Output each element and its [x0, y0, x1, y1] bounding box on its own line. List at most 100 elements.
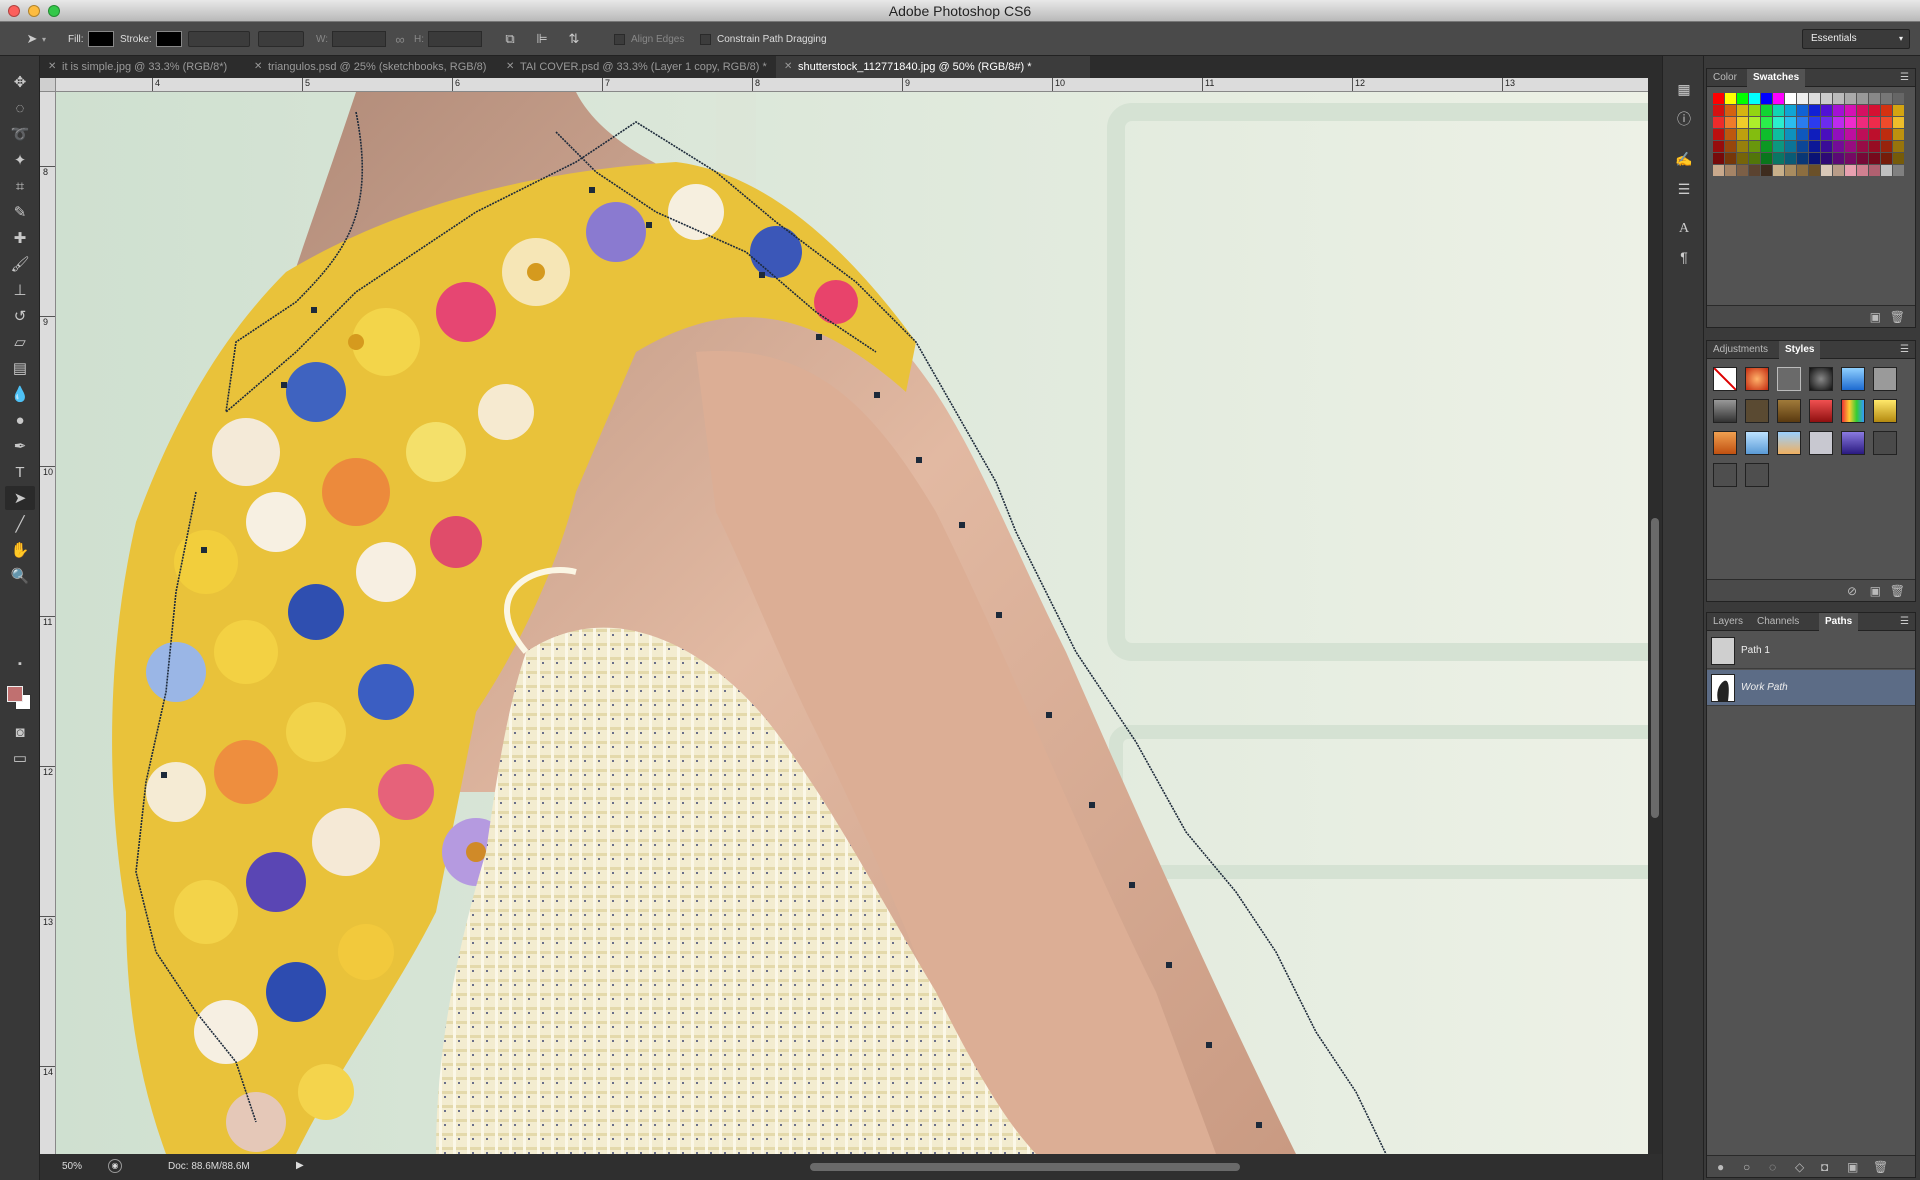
- color-swatch[interactable]: [1833, 141, 1844, 152]
- color-swatch[interactable]: [1797, 153, 1808, 164]
- color-swatch[interactable]: [1893, 141, 1904, 152]
- path-row-selected[interactable]: Work Path: [1707, 670, 1915, 706]
- zoom-tool-icon[interactable]: 🔍: [5, 564, 35, 588]
- link-icon[interactable]: ∞: [390, 29, 410, 49]
- panel-menu-icon[interactable]: ☰: [1900, 344, 1909, 355]
- color-swatch[interactable]: [1737, 129, 1748, 140]
- color-swatch[interactable]: [1809, 129, 1820, 140]
- style-swatch[interactable]: [1841, 367, 1865, 391]
- color-swatch[interactable]: [1893, 153, 1904, 164]
- color-swatch[interactable]: [1797, 93, 1808, 104]
- color-swatch[interactable]: [1893, 165, 1904, 176]
- color-swatch[interactable]: [1869, 105, 1880, 116]
- color-swatch[interactable]: [1833, 105, 1844, 116]
- color-swatch[interactable]: [1725, 129, 1736, 140]
- color-swatch[interactable]: [1773, 105, 1784, 116]
- close-tab-icon[interactable]: ✕: [784, 56, 792, 78]
- close-tab-icon[interactable]: ✕: [254, 56, 262, 78]
- color-swatch[interactable]: [1785, 141, 1796, 152]
- properties-panel-icon[interactable]: ☰: [1673, 178, 1695, 200]
- panel-menu-icon[interactable]: ☰: [1900, 616, 1909, 627]
- info-panel-icon[interactable]: ⓘ: [1673, 108, 1695, 130]
- color-swatch[interactable]: [1809, 165, 1820, 176]
- clone-stamp-tool-icon[interactable]: ⊥: [5, 278, 35, 302]
- color-swatch[interactable]: [1821, 141, 1832, 152]
- color-swatch[interactable]: [1725, 117, 1736, 128]
- ruler-origin[interactable]: [40, 78, 56, 92]
- move-tool-icon[interactable]: ✥: [5, 70, 35, 94]
- brush-tool-icon[interactable]: 🖌: [5, 252, 35, 276]
- tab-layers[interactable]: Layers: [1707, 613, 1749, 631]
- color-swatch[interactable]: [1821, 165, 1832, 176]
- color-swatch[interactable]: [1881, 141, 1892, 152]
- style-swatch[interactable]: [1777, 399, 1801, 423]
- color-swatch[interactable]: [1845, 165, 1856, 176]
- color-swatch[interactable]: [1725, 153, 1736, 164]
- color-swatch[interactable]: [1869, 93, 1880, 104]
- color-swatch[interactable]: [1809, 93, 1820, 104]
- color-swatch[interactable]: [1881, 153, 1892, 164]
- color-swatch[interactable]: [1737, 105, 1748, 116]
- color-swatch[interactable]: [1737, 93, 1748, 104]
- tab-color[interactable]: Color: [1707, 69, 1743, 87]
- tab-adjustments[interactable]: Adjustments: [1707, 341, 1774, 359]
- color-swatch[interactable]: [1773, 165, 1784, 176]
- color-swatch[interactable]: [1713, 153, 1724, 164]
- eraser-tool-icon[interactable]: ▱: [5, 330, 35, 354]
- add-mask-icon[interactable]: ◘: [1821, 1160, 1828, 1174]
- width-field[interactable]: [332, 31, 387, 47]
- color-swatch[interactable]: [1833, 165, 1844, 176]
- color-swatch[interactable]: [1749, 93, 1760, 104]
- eyedropper-tool-icon[interactable]: ✎: [5, 200, 35, 224]
- color-swatch[interactable]: [1809, 153, 1820, 164]
- path-row[interactable]: Path 1: [1707, 633, 1915, 669]
- horizontal-scroll-thumb[interactable]: [810, 1163, 1240, 1171]
- panel-menu-icon[interactable]: ☰: [1900, 72, 1909, 83]
- color-swatch[interactable]: [1713, 165, 1724, 176]
- align-edges-checkbox[interactable]: [614, 33, 625, 45]
- tab-channels[interactable]: Channels: [1751, 613, 1805, 631]
- stroke-type-dropdown[interactable]: [258, 31, 304, 47]
- style-swatch[interactable]: [1713, 431, 1737, 455]
- style-swatch[interactable]: [1713, 463, 1737, 487]
- color-swatch[interactable]: [1773, 117, 1784, 128]
- color-swatch[interactable]: [1737, 165, 1748, 176]
- magic-wand-tool-icon[interactable]: ✦: [5, 148, 35, 172]
- color-swatch[interactable]: [1821, 117, 1832, 128]
- fill-path-icon[interactable]: ●: [1717, 1160, 1724, 1174]
- color-swatch[interactable]: [1881, 165, 1892, 176]
- color-swatch[interactable]: [1845, 93, 1856, 104]
- delete-swatch-icon[interactable]: 🗑: [1890, 310, 1905, 324]
- tab-swatches[interactable]: Swatches: [1747, 69, 1806, 87]
- path-arrangement-icon[interactable]: ⇅: [564, 29, 584, 49]
- style-swatch[interactable]: [1841, 431, 1865, 455]
- document-canvas[interactable]: [56, 92, 1648, 1154]
- color-swatch[interactable]: [1797, 141, 1808, 152]
- color-swatch[interactable]: [1845, 105, 1856, 116]
- color-swatch[interactable]: [1821, 105, 1832, 116]
- stroke-width-dropdown[interactable]: [188, 31, 250, 47]
- history-brush-tool-icon[interactable]: ↺: [5, 304, 35, 328]
- color-swatch[interactable]: [1857, 141, 1868, 152]
- style-swatch[interactable]: [1873, 399, 1897, 423]
- color-swatch[interactable]: [1833, 117, 1844, 128]
- color-swatch[interactable]: [1845, 141, 1856, 152]
- tab-paths[interactable]: Paths: [1819, 613, 1859, 631]
- color-swatch[interactable]: [1821, 93, 1832, 104]
- style-swatch[interactable]: [1745, 463, 1769, 487]
- pen-tool-icon[interactable]: ✒: [5, 434, 35, 458]
- vertical-ruler[interactable]: 8 9 10 11 12 13 14: [40, 92, 56, 1154]
- height-field[interactable]: [428, 31, 482, 47]
- color-swatch[interactable]: [1761, 105, 1772, 116]
- blur-tool-icon[interactable]: 💧: [5, 382, 35, 406]
- default-colors-icon[interactable]: ▪: [5, 652, 35, 676]
- color-swatch[interactable]: [1737, 117, 1748, 128]
- scroll-thumb[interactable]: [1651, 518, 1659, 818]
- color-swatch[interactable]: [1893, 93, 1904, 104]
- color-swatch[interactable]: [1797, 117, 1808, 128]
- fill-swatch[interactable]: [87, 31, 114, 47]
- delete-path-icon[interactable]: 🗑: [1873, 1160, 1888, 1174]
- tab-tai-cover[interactable]: ✕ TAI COVER.psd @ 33.3% (Layer 1 copy, R…: [498, 56, 818, 78]
- swatch-grid[interactable]: [1713, 93, 1909, 203]
- spot-healing-brush-icon[interactable]: ✚: [5, 226, 35, 250]
